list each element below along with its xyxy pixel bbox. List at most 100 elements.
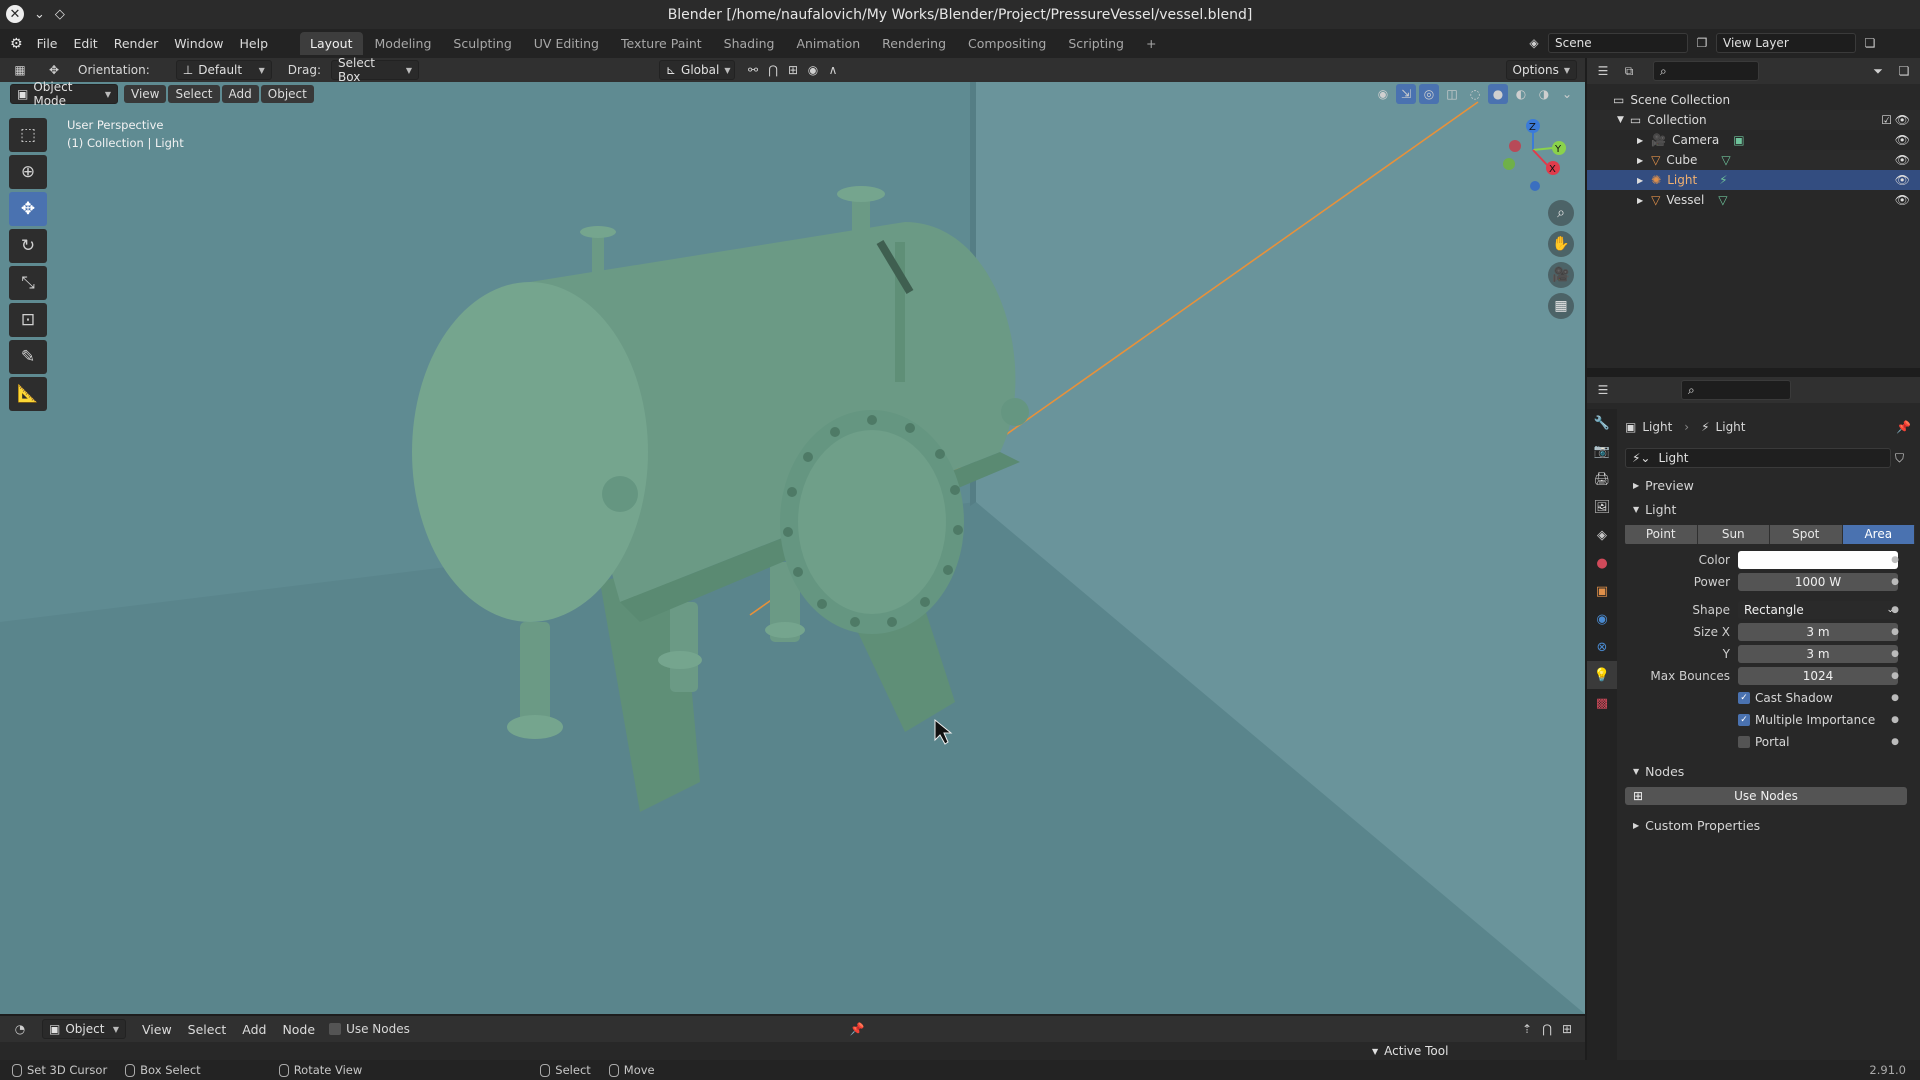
object-tab-icon[interactable]: ▣ <box>1587 577 1617 605</box>
solid-shading-icon[interactable]: ● <box>1488 84 1508 104</box>
pivot-icon[interactable]: ⚯ <box>743 60 763 80</box>
3d-viewport[interactable]: Z Y X User Perspective (1) Collection | … <box>0 82 1585 1014</box>
texture-tab-icon[interactable]: ▩ <box>1587 689 1617 717</box>
menu-select[interactable]: Select <box>180 1022 235 1037</box>
editor-type-icon[interactable]: ▦ <box>10 60 30 80</box>
active-tool-panel[interactable]: ▼ Active Tool <box>1372 1044 1448 1058</box>
outliner-collection[interactable]: ▼ ▭ Collection ☑ 👁 <box>1587 110 1920 130</box>
gizmo-toggle-icon[interactable]: ⇲ <box>1396 84 1416 104</box>
move-tool-icon[interactable]: ✥ <box>44 60 64 80</box>
eye-icon[interactable]: 👁 <box>1895 173 1910 187</box>
use-nodes-button[interactable]: ⊞ Use Nodes <box>1625 787 1907 805</box>
output-tab-icon[interactable]: 🖨 <box>1587 465 1617 493</box>
power-field[interactable]: 1000 W <box>1738 573 1898 591</box>
tab-animation[interactable]: Animation <box>786 32 870 55</box>
chevron-down-icon[interactable]: ⌄ <box>34 7 45 22</box>
wireframe-shading-icon[interactable]: ◌ <box>1465 84 1485 104</box>
pin-icon[interactable]: 📌 <box>1896 420 1911 434</box>
close-window-icon[interactable]: ✕ <box>6 5 24 23</box>
parent-node-icon[interactable]: ⇡ <box>1517 1019 1537 1039</box>
keyframe-dot-icon[interactable]: ● <box>1891 649 1899 659</box>
measure-tool-icon[interactable]: 📐 <box>9 377 47 411</box>
snap-increment-icon[interactable]: ⊞ <box>783 60 803 80</box>
scale-tool-icon[interactable]: ⤡ <box>9 266 47 300</box>
tab-compositing[interactable]: Compositing <box>958 32 1056 55</box>
editor-type-icon[interactable]: ☰ <box>1593 61 1613 81</box>
move-tool-icon[interactable]: ✥ <box>9 192 47 226</box>
keyframe-dot-icon[interactable]: ● <box>1891 737 1899 747</box>
datablock-selector[interactable]: ⚡⌄ Light ⛉ <box>1625 447 1915 469</box>
tab-scripting[interactable]: Scripting <box>1058 32 1134 55</box>
blender-logo-icon[interactable]: ⚙ <box>10 36 23 52</box>
new-collection-icon[interactable]: ❏ <box>1894 61 1914 81</box>
light-type-sun[interactable]: Sun <box>1697 524 1770 544</box>
light-type-spot[interactable]: Spot <box>1770 524 1843 544</box>
pin-icon[interactable]: 📌 <box>850 1022 865 1036</box>
menu-view[interactable]: View <box>134 1022 180 1037</box>
max-bounces-field[interactable]: 1024 <box>1738 667 1898 685</box>
cast-shadow-row[interactable]: ✓ Cast Shadow ● <box>1625 687 1915 709</box>
menu-window[interactable]: Window <box>166 36 231 51</box>
multiple-importance-checkbox[interactable]: ✓ <box>1738 714 1750 726</box>
options-dropdown[interactable]: Options ▼ <box>1505 60 1577 80</box>
shader-editor-area[interactable]: ▼ Active Tool <box>0 1042 1585 1062</box>
panel-light[interactable]: ▼ Light <box>1625 497 1915 521</box>
shader-type-dropdown[interactable]: ▣ Object ▼ <box>42 1019 126 1039</box>
display-mode-icon[interactable]: ⧉ <box>1619 61 1639 81</box>
ortho-grid-icon[interactable]: ▦ <box>1548 293 1574 319</box>
panel-custom-properties[interactable]: ▶ Custom Properties <box>1625 813 1915 837</box>
mode-dropdown[interactable]: ▣ Object Mode ▼ <box>10 80 118 108</box>
proportional-edit-icon[interactable]: ◉ <box>803 60 823 80</box>
keyframe-dot-icon[interactable]: ● <box>1891 693 1899 703</box>
pan-hand-icon[interactable]: ✋ <box>1548 231 1574 257</box>
menu-add[interactable]: Add <box>221 85 259 103</box>
menu-help[interactable]: Help <box>232 36 277 51</box>
outliner-item-cube[interactable]: ▶ ▽ Cube ▽ 👁 <box>1587 150 1920 170</box>
orientation-dropdown[interactable]: ⊥ Default ▼ <box>175 60 272 80</box>
scene-icon[interactable]: ◈ <box>1524 33 1544 53</box>
filter-icon[interactable]: ⏷ <box>1868 61 1888 81</box>
menu-node[interactable]: Node <box>274 1022 323 1037</box>
checkbox-icon[interactable]: ☑ <box>1881 113 1892 127</box>
light-type-area[interactable]: Area <box>1842 524 1915 544</box>
view-layer-selector[interactable]: View Layer <box>1716 33 1856 53</box>
zoom-icon[interactable]: ⌕ <box>1548 200 1574 226</box>
pin-diamond-icon[interactable]: ◇ <box>55 7 65 22</box>
camera-view-icon[interactable]: 🎥 <box>1548 262 1574 288</box>
light-type-point[interactable]: Point <box>1625 524 1698 544</box>
menu-edit[interactable]: Edit <box>65 36 105 51</box>
snap-icon[interactable]: ⋂ <box>1537 1019 1557 1039</box>
light-data-tab-icon[interactable]: 💡 <box>1587 661 1617 689</box>
shape-dropdown[interactable]: Rectangle ⌄ <box>1738 601 1898 619</box>
menu-view[interactable]: View <box>124 85 167 103</box>
outliner-item-vessel[interactable]: ▶ ▽ Vessel ▽ 👁 <box>1587 190 1920 210</box>
visibility-eye-icon[interactable]: ◉ <box>1373 84 1393 104</box>
annotate-tool-icon[interactable]: ✎ <box>9 340 47 374</box>
cursor-tool-icon[interactable]: ⊕ <box>9 155 47 189</box>
eye-icon[interactable]: 👁 <box>1895 133 1910 147</box>
keyframe-dot-icon[interactable]: ● <box>1891 671 1899 681</box>
cast-shadow-checkbox[interactable]: ✓ <box>1738 692 1750 704</box>
view-layer-tab-icon[interactable]: 🖼 <box>1587 493 1617 521</box>
material-shading-icon[interactable]: ◐ <box>1511 84 1531 104</box>
keyframe-dot-icon[interactable]: ● <box>1891 627 1899 637</box>
panel-nodes[interactable]: ▼ Nodes <box>1625 759 1915 783</box>
eye-icon[interactable]: 👁 <box>1895 193 1910 207</box>
editor-type-icon[interactable]: ☰ <box>1593 380 1613 400</box>
tab-modeling[interactable]: Modeling <box>365 32 442 55</box>
snap-magnet-icon[interactable]: ⋂ <box>763 60 783 80</box>
menu-object[interactable]: Object <box>260 85 314 103</box>
panel-preview[interactable]: ▶ Preview <box>1625 473 1915 497</box>
rotate-tool-icon[interactable]: ↻ <box>9 229 47 263</box>
size-y-field[interactable]: 3 m <box>1738 645 1898 663</box>
keyframe-dot-icon[interactable]: ● <box>1891 555 1899 565</box>
multiple-importance-row[interactable]: ✓ Multiple Importance ● <box>1625 709 1915 731</box>
world-tab-icon[interactable]: ● <box>1587 549 1617 577</box>
editor-type-icon[interactable]: ◔ <box>10 1019 30 1039</box>
menu-render[interactable]: Render <box>106 36 167 51</box>
transform-orientation-dropdown[interactable]: ⊾ Global ▼ <box>658 60 735 80</box>
layers-icon[interactable]: ❐ <box>1692 33 1712 53</box>
keyframe-dot-icon[interactable]: ● <box>1891 605 1899 615</box>
tool-tab-icon[interactable]: 🔧 <box>1587 409 1617 437</box>
overlay-toggle-icon[interactable]: ◎ <box>1419 84 1439 104</box>
